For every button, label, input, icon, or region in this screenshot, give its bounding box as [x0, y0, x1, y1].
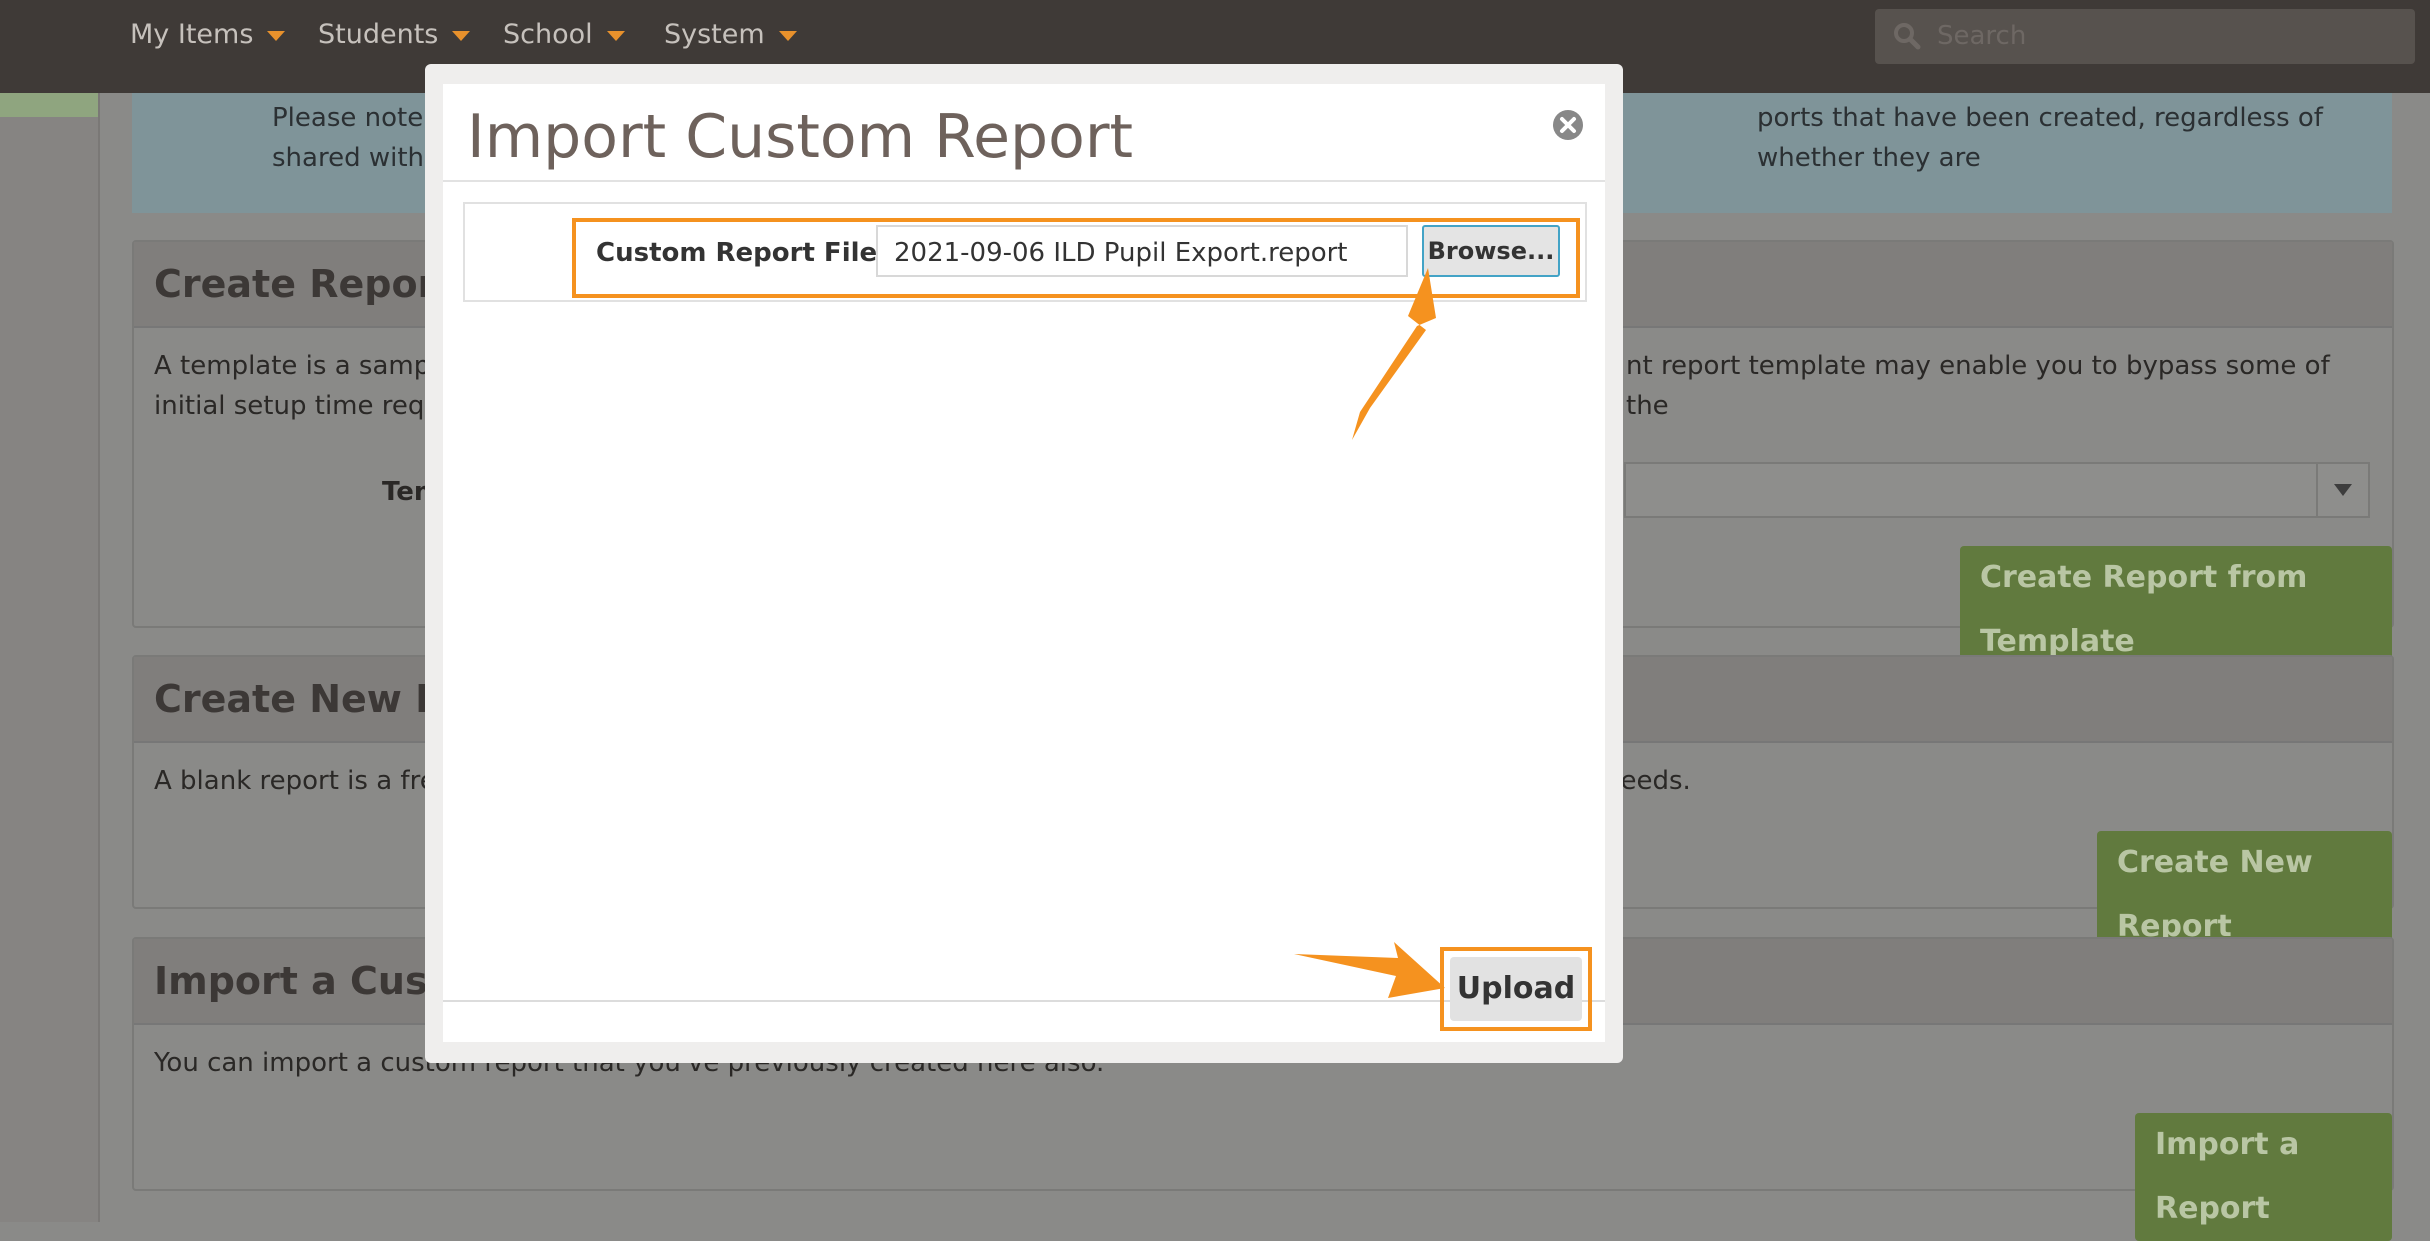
sidebar-accent [0, 93, 98, 117]
field-label-text: Custom Report File* [596, 238, 891, 268]
template-desc-line1-start: A template is a sample [154, 351, 454, 381]
caret-down-icon [778, 30, 797, 41]
nav-my-items-label: My Items [130, 19, 254, 50]
dialog-footer-divider [443, 1000, 1605, 1002]
nav-system-label: System [664, 19, 765, 50]
nav-students-label: Students [318, 19, 439, 50]
nav-school[interactable]: School [503, 0, 625, 70]
upload-button[interactable]: Upload [1450, 957, 1582, 1021]
caret-down-icon [606, 30, 625, 41]
notice-line1-start: Please note t [272, 103, 442, 133]
select-toggle[interactable] [2316, 464, 2368, 516]
close-icon[interactable] [1551, 108, 1585, 142]
template-desc-line2: initial setup time requi [154, 391, 449, 421]
dialog-title: Import Custom Report [467, 102, 1134, 172]
notice-line2: shared with t [272, 143, 443, 173]
template-desc-line1-end: nt report template may enable you to byp… [1626, 351, 2330, 421]
left-sidebar [0, 93, 100, 1222]
search-box[interactable]: Search [1875, 9, 2415, 64]
search-icon [1894, 23, 1921, 50]
nav-students[interactable]: Students [318, 0, 471, 70]
new-report-desc-start: A blank report is a fres [154, 766, 450, 796]
browse-button[interactable]: Browse... [1422, 225, 1560, 277]
nav-school-label: School [503, 19, 593, 50]
caret-down-icon [267, 30, 286, 41]
dialog-divider [443, 180, 1605, 182]
file-path-field[interactable]: 2021-09-06 ILD Pupil Export.report [876, 225, 1408, 277]
notice-line1-end: ports that have been created, regardless… [1757, 103, 2323, 173]
nav-system[interactable]: System [664, 0, 797, 70]
import-dialog: Import Custom Report [425, 64, 1623, 1063]
chevron-down-icon [2334, 484, 2352, 496]
search-input[interactable]: Search [1937, 9, 2026, 64]
caret-down-icon [452, 30, 471, 41]
nav-my-items[interactable]: My Items [130, 0, 286, 70]
template-select[interactable] [1624, 462, 2370, 518]
